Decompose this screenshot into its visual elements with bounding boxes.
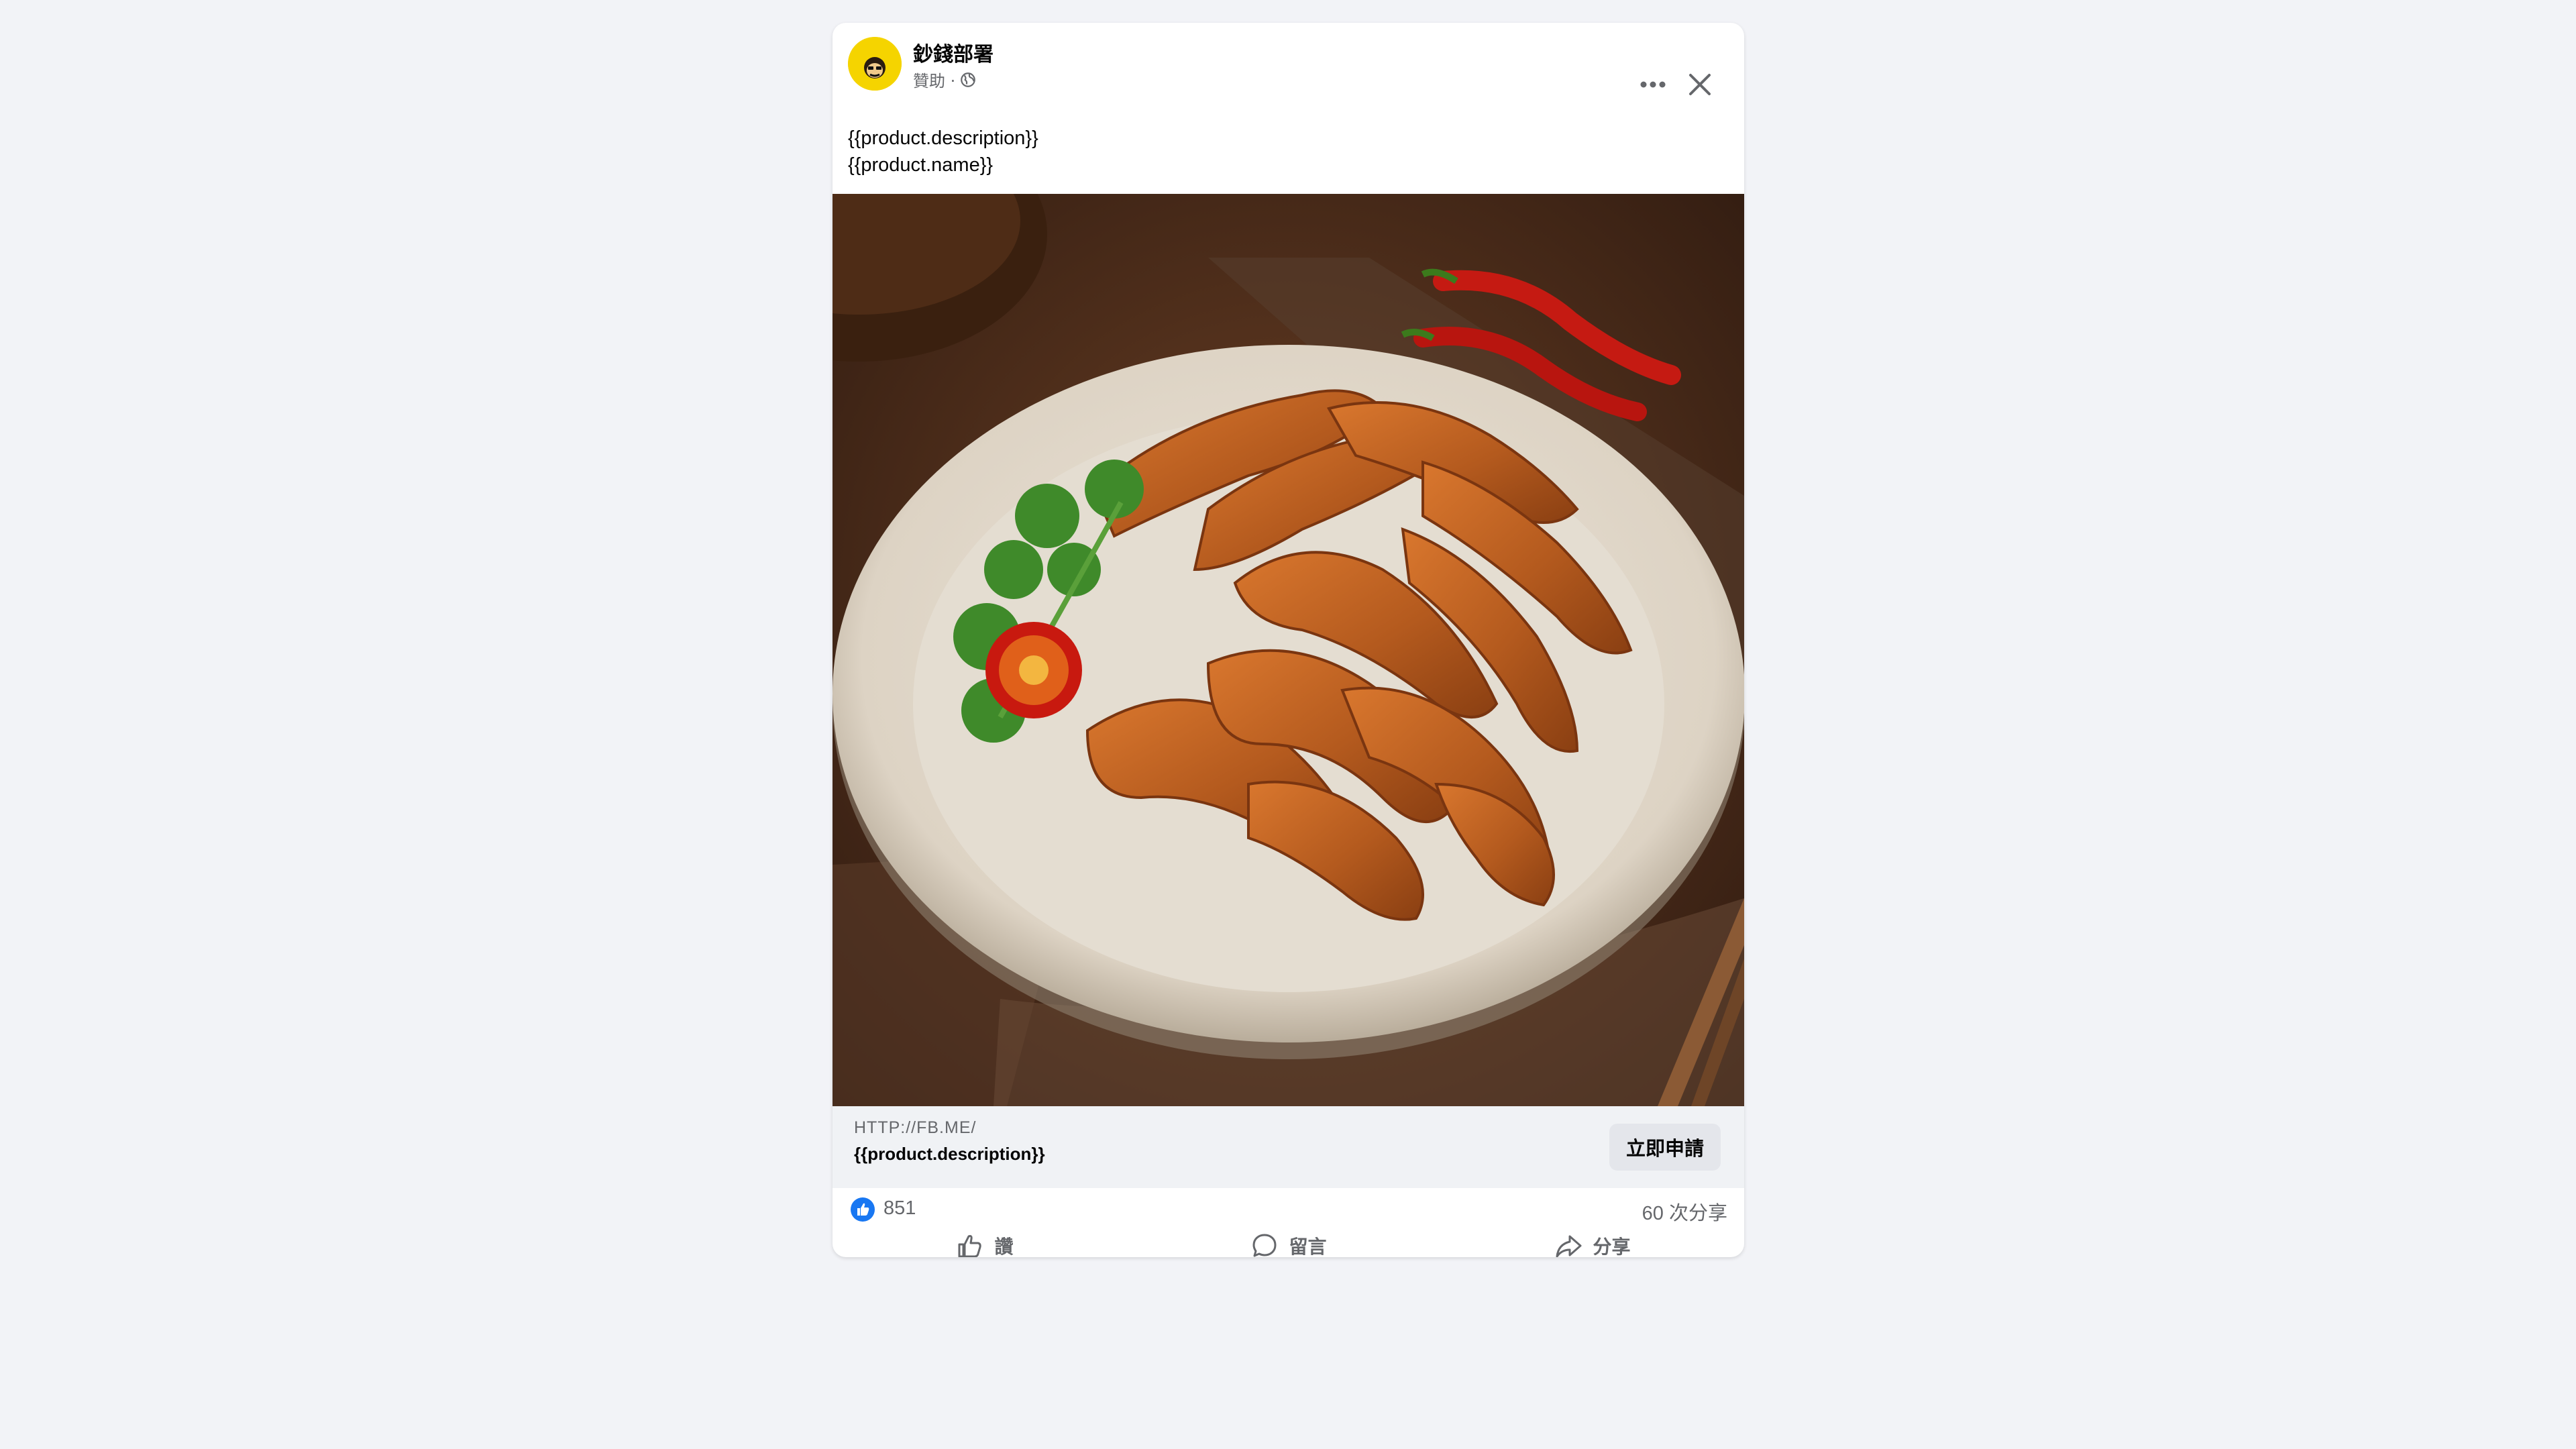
post-body-text: {{product.description}} {{product.name}} <box>848 125 1038 178</box>
sponsored-line: 贊助 · <box>913 68 977 91</box>
post-actions: 讚 留言 分享 <box>833 1228 1744 1257</box>
sponsored-label[interactable]: 贊助 · <box>913 68 955 91</box>
comment-icon <box>1252 1234 1277 1257</box>
link-preview[interactable]: HTTP://FB.ME/ {{product.description}} 立即… <box>833 1106 1744 1188</box>
comment-button[interactable]: 留言 <box>1136 1212 1440 1257</box>
more-options-icon[interactable] <box>1635 71 1670 98</box>
post-header: 鈔錢部署 贊助 · <box>833 23 1744 97</box>
link-domain: HTTP://FB.ME/ <box>854 1118 977 1137</box>
close-icon[interactable] <box>1686 71 1713 98</box>
food-photo-icon <box>833 194 1744 1106</box>
link-title: {{product.description}} <box>854 1144 1045 1164</box>
post-body-line: {{product.name}} <box>848 154 994 176</box>
like-button[interactable]: 讚 <box>833 1212 1136 1257</box>
avatar-logo-icon <box>848 37 902 91</box>
share-button[interactable]: 分享 <box>1440 1212 1744 1257</box>
page-avatar[interactable] <box>848 37 902 91</box>
page-name[interactable]: 鈔錢部署 <box>913 38 994 67</box>
apply-now-button[interactable]: 立即申請 <box>1609 1124 1721 1171</box>
post-body-line: {{product.description}} <box>848 127 1038 149</box>
post-image[interactable] <box>833 194 1744 1106</box>
thumbs-up-icon <box>958 1235 982 1257</box>
like-label: 讚 <box>994 1236 1014 1257</box>
share-label: 分享 <box>1593 1236 1631 1257</box>
comment-label: 留言 <box>1289 1236 1327 1257</box>
share-icon <box>1556 1235 1582 1257</box>
ad-post-card: 鈔錢部署 贊助 · {{product.description}} {{prod… <box>833 23 1744 1257</box>
globe-icon <box>961 72 976 87</box>
